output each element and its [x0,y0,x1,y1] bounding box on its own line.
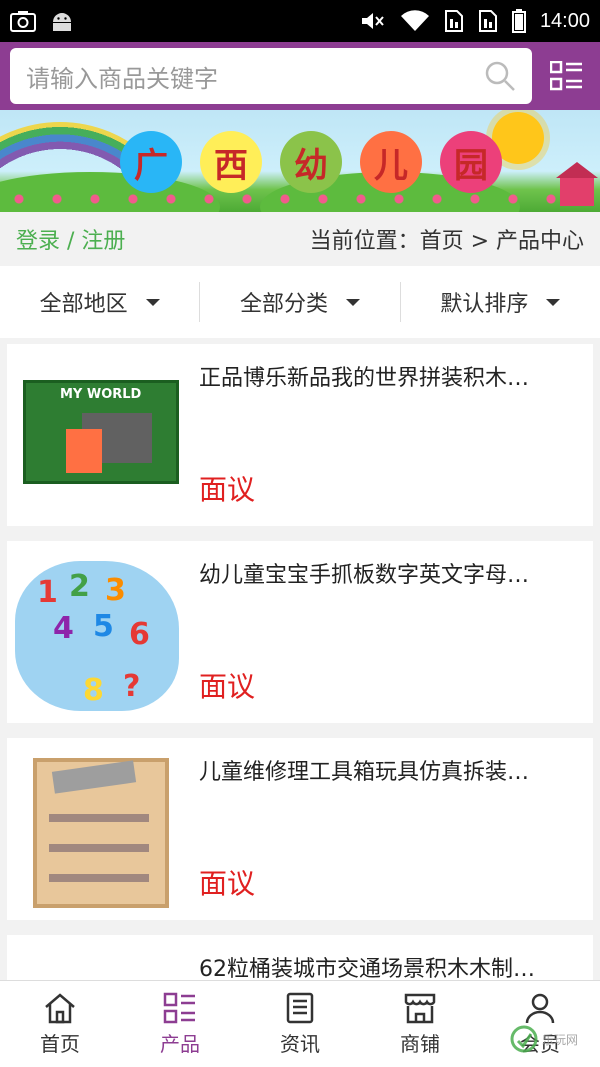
product-price: 面议 [199,473,256,506]
list-menu-icon [550,61,582,91]
clock: 14:00 [539,9,590,32]
chevron-down-icon [546,298,561,306]
store-icon [404,993,436,1023]
menu-button[interactable] [544,53,590,99]
puzzle-piece: 1 [37,575,58,610]
product-item[interactable]: MY WORLD 正品博乐新品我的世界拼装积木… 面议 [7,344,593,526]
chevron-down-icon [346,298,360,306]
tab-label: 商铺 [400,1031,440,1056]
filter-label: 全部分类 [239,292,328,317]
product-name[interactable]: 儿童维修理工具箱玩具仿真拆装… [199,754,587,786]
tab-stores[interactable]: 商铺 [360,981,480,1067]
tab-products[interactable]: 产品 [120,981,240,1067]
filter-region[interactable]: 全部地区 [0,282,199,322]
tab-home[interactable]: 首页 [0,981,120,1067]
puzzle-piece: 8 [83,673,104,708]
banner-title: 广 西 幼 儿 园 [120,131,502,193]
product-price: 面议 [199,670,256,703]
watermark: 乐玩网 [510,1025,578,1053]
top-bar: 请输入商品关键字 [0,42,600,110]
sim-signal-icon [444,10,463,32]
product-name[interactable]: 62粒桶装城市交通场景积木木制… [199,951,587,983]
search-box[interactable]: 请输入商品关键字 [10,48,532,104]
tab-label: 资讯 [280,1031,320,1056]
banner-char: 幼 [280,131,342,193]
search-input[interactable]: 请输入商品关键字 [26,59,484,94]
banner[interactable]: 广 西 幼 儿 园 [0,110,600,212]
puzzle-piece: 4 [53,611,74,646]
banner-char: 西 [200,131,262,193]
box-logo: MY WORLD [60,387,142,402]
wifi-icon [400,10,429,31]
filter-category[interactable]: 全部分类 [199,282,399,322]
screenshot-icon [10,11,36,32]
grid-list-icon [163,992,195,1023]
filter-label: 全部地区 [39,292,128,317]
sim-signal-2-icon [478,10,497,32]
filter-label: 默认排序 [440,292,529,317]
product-name[interactable]: 幼儿童宝宝手抓板数字英文字母… [199,557,587,589]
house-decoration [556,162,598,206]
tab-label: 产品 [160,1031,200,1056]
filter-bar: 全部地区 全部分类 默认排序 [0,266,600,338]
product-info: 正品博乐新品我的世界拼装积木… 面议 [187,350,587,520]
puzzle-piece: 5 [93,609,114,644]
login-register-link[interactable]: 登录 / 注册 [16,223,125,255]
tool-graphic [49,814,149,822]
product-item[interactable]: 儿童维修理工具箱玩具仿真拆装… 面议 [7,738,593,920]
product-list: MY WORLD 正品博乐新品我的世界拼装积木… 面议 1 2 3 4 5 6 … [0,338,600,1067]
tool-graphic [49,874,149,882]
status-bar: 14:00 [0,0,600,42]
chevron-down-icon [145,298,160,306]
search-icon[interactable] [484,60,516,92]
product-name[interactable]: 正品博乐新品我的世界拼装积木… [199,360,587,392]
banner-char: 园 [440,131,502,193]
location-bar: 登录 / 注册 当前位置：首页 > 产品中心 [0,212,600,266]
product-image[interactable]: MY WORLD [13,350,187,524]
mute-icon [361,13,384,29]
news-icon [286,992,314,1023]
product-info: 儿童维修理工具箱玩具仿真拆装… 面议 [187,744,587,914]
puzzle-piece: 2 [69,569,90,604]
puzzle-piece: 3 [105,573,126,608]
tool-graphic [49,844,149,852]
puzzle-piece: 6 [129,617,150,652]
tab-news[interactable]: 资讯 [240,981,360,1067]
banner-char: 儿 [360,131,422,193]
product-item[interactable]: 1 2 3 4 5 6 8 ? 幼儿童宝宝手抓板数字英文字母… 面议 [7,541,593,723]
puzzle-piece: ? [123,669,141,704]
product-info: 幼儿童宝宝手抓板数字英文字母… 面议 [187,547,587,717]
product-price: 面议 [199,867,256,900]
flowers-decoration [0,192,600,206]
product-image[interactable]: 1 2 3 4 5 6 8 ? [13,547,187,721]
bottom-tab-bar: 首页 产品 资讯 商铺 会员 乐玩网 [0,980,600,1067]
battery-icon [511,9,526,33]
home-icon [45,992,75,1023]
toy-box-graphic: MY WORLD [23,380,179,484]
banner-char: 广 [120,131,182,193]
tab-label: 首页 [40,1031,80,1056]
filter-sort[interactable]: 默认排序 [399,282,600,322]
product-image[interactable] [13,744,187,918]
watermark-text: 乐玩网 [541,1032,578,1047]
android-icon [53,13,71,31]
breadcrumb: 当前位置：首页 > 产品中心 [309,229,584,254]
watermark-logo-icon [510,1025,538,1053]
lava-graphic [66,429,102,473]
tab-member[interactable]: 会员 [480,981,600,1067]
user-icon [525,993,555,1023]
